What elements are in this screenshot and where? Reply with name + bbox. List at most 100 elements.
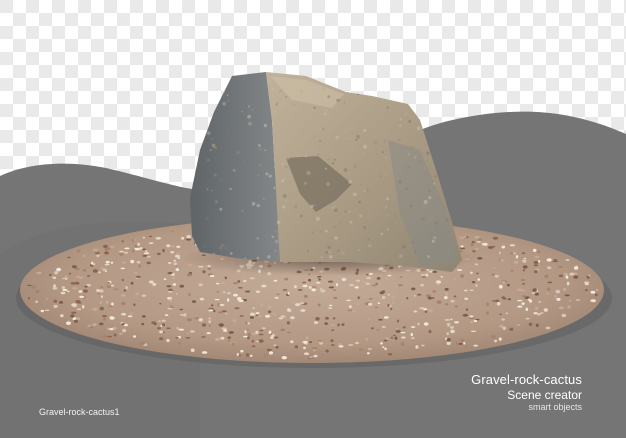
pebble — [208, 324, 212, 327]
pebble — [474, 263, 479, 266]
rock-speckle — [268, 174, 272, 178]
rock-speckle — [321, 86, 326, 91]
pebble — [543, 308, 548, 312]
pebble — [56, 267, 62, 272]
pebble — [584, 282, 589, 286]
pebble — [141, 248, 147, 251]
rock-speckle — [234, 242, 238, 245]
rock-speckle — [264, 149, 266, 152]
pebble — [486, 311, 489, 315]
pebble — [410, 326, 416, 328]
pebble — [446, 323, 451, 325]
pebble — [347, 309, 353, 312]
pebble — [263, 354, 266, 358]
pebble — [469, 289, 474, 292]
rock-speckle — [293, 103, 295, 106]
pebble — [566, 281, 570, 286]
pebble — [308, 356, 314, 359]
rock-speckle — [304, 155, 307, 158]
pebble — [348, 344, 354, 346]
pebble — [338, 345, 344, 348]
pebble — [302, 284, 308, 288]
pebble — [558, 306, 565, 310]
pebble — [387, 304, 390, 307]
pebble — [399, 276, 403, 278]
pebble — [266, 349, 272, 351]
pebble — [294, 345, 299, 349]
pebble — [245, 321, 248, 325]
pebble — [396, 319, 400, 323]
pebble — [142, 236, 146, 239]
rock-speckle — [274, 239, 279, 244]
rock-speckle — [263, 123, 268, 128]
rock-speckle — [425, 151, 430, 156]
pebble — [141, 322, 145, 326]
pebble — [363, 281, 367, 285]
pebble — [186, 235, 191, 239]
pebble — [189, 330, 195, 333]
pebble — [302, 281, 307, 284]
pebble — [311, 286, 317, 288]
pebble — [233, 293, 238, 297]
rock-speckle — [258, 144, 261, 147]
rock-speckle — [349, 220, 353, 224]
rock-speckle — [241, 209, 244, 212]
pebble — [473, 344, 479, 347]
pebble — [387, 274, 392, 277]
pebble — [494, 339, 497, 343]
pebble — [255, 312, 260, 315]
rock-speckle — [211, 137, 214, 140]
rock-speckle — [206, 131, 211, 136]
pebble — [118, 332, 123, 335]
rock-speckle — [304, 182, 307, 185]
rock-speckle — [359, 214, 362, 218]
rock-speckle — [386, 228, 389, 231]
rock-speckle — [298, 137, 300, 140]
pebble — [227, 336, 231, 339]
pebble — [584, 289, 588, 291]
pebble — [297, 289, 303, 291]
rock-speckle — [256, 256, 260, 260]
pebble — [460, 338, 464, 342]
pebble — [395, 327, 399, 330]
pebble — [303, 294, 308, 298]
pebble — [533, 261, 539, 264]
pebble — [335, 283, 339, 287]
pebble — [379, 291, 384, 295]
pebble — [496, 301, 501, 306]
pebble — [201, 323, 207, 327]
pebble — [312, 346, 318, 350]
pebble — [105, 260, 110, 264]
rock-speckle — [402, 244, 406, 249]
rock-speckle — [224, 245, 228, 249]
rock-speckle — [313, 106, 316, 110]
pebble — [349, 283, 355, 287]
pebble — [201, 336, 206, 338]
pebble — [564, 294, 570, 297]
pebble — [517, 305, 521, 308]
rock-speckle — [281, 179, 285, 183]
pebble — [382, 346, 385, 348]
pebble — [221, 281, 226, 285]
caption-tag: smart objects — [528, 402, 582, 412]
rock-speckle — [209, 149, 212, 152]
rock-speckle — [434, 175, 437, 178]
rock-speckle — [222, 101, 227, 106]
pebble — [459, 247, 466, 250]
pebble — [120, 293, 126, 297]
rock-speckle — [247, 114, 252, 119]
rock-speckle — [376, 152, 379, 155]
pebble — [244, 330, 247, 334]
rock-speckle — [373, 250, 376, 253]
pebble — [78, 290, 83, 293]
pebble — [565, 259, 570, 261]
pebble — [446, 332, 450, 336]
pebble — [427, 296, 432, 300]
pebble — [366, 276, 372, 280]
pebble — [89, 326, 94, 329]
pebble — [313, 354, 318, 358]
pebble — [60, 291, 66, 295]
rock-speckle — [343, 168, 348, 172]
rock-speckle — [433, 182, 436, 185]
pebble — [280, 315, 286, 318]
